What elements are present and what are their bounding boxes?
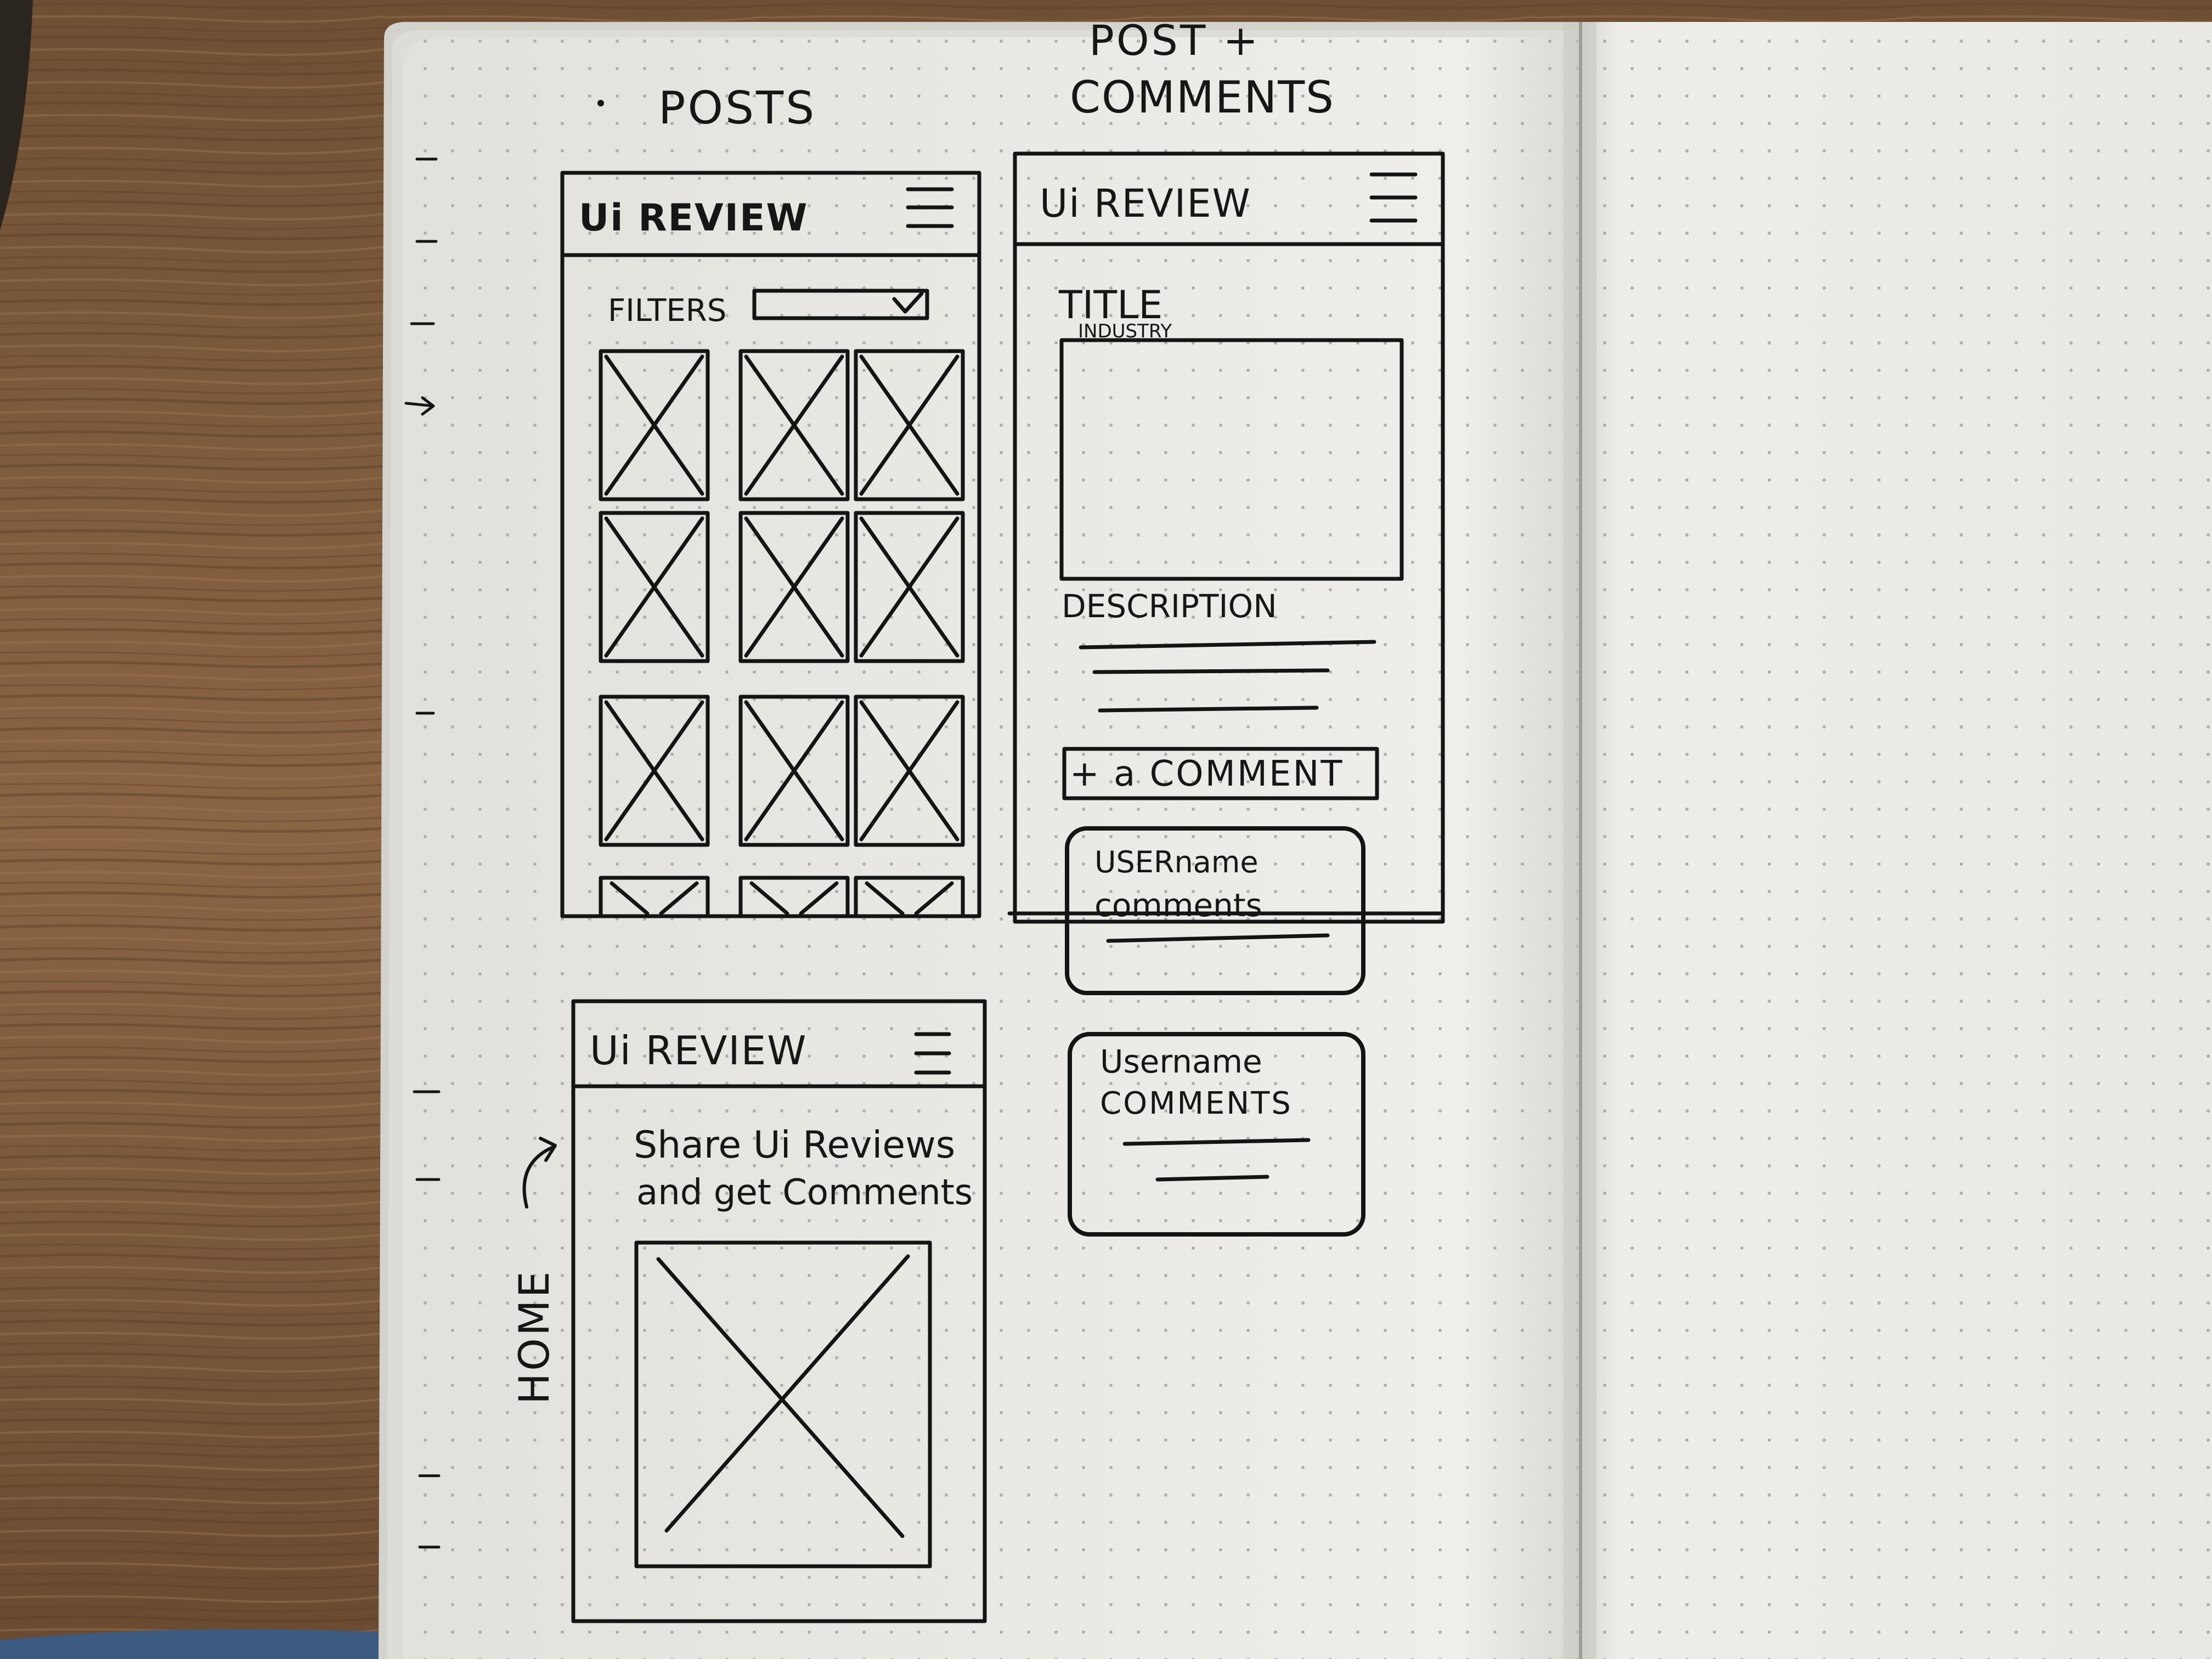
- comment-text: comments: [1094, 887, 1262, 924]
- post-brand: Ui REVIEW: [1040, 181, 1251, 226]
- posts-label: POSTS: [658, 82, 816, 134]
- home-headline-line2: and get Comments: [636, 1172, 973, 1213]
- notebook-photo: POSTS POST + COMMENTS Ui REVIEW FILTERS …: [0, 0, 2212, 1659]
- comment-username: Username: [1100, 1043, 1262, 1080]
- post-comments-label-line1: POST +: [1089, 16, 1260, 65]
- comment-username: USERname: [1094, 845, 1259, 879]
- filters-label: FILTERS: [608, 293, 726, 329]
- description-label: DESCRIPTION: [1062, 588, 1277, 625]
- add-comment-label: + a COMMENT: [1070, 754, 1344, 794]
- home-brand: Ui REVIEW: [590, 1028, 807, 1074]
- comment-text: COMMENTS: [1100, 1086, 1293, 1121]
- add-comment-button[interactable]: + a COMMENT: [1062, 747, 1379, 800]
- home-headline-line1: Share Ui Reviews: [634, 1124, 955, 1167]
- posts-brand: Ui REVIEW: [579, 196, 808, 240]
- post-comments-label-line2: COMMENTS: [1070, 72, 1335, 123]
- home-label: HOME: [510, 1269, 558, 1404]
